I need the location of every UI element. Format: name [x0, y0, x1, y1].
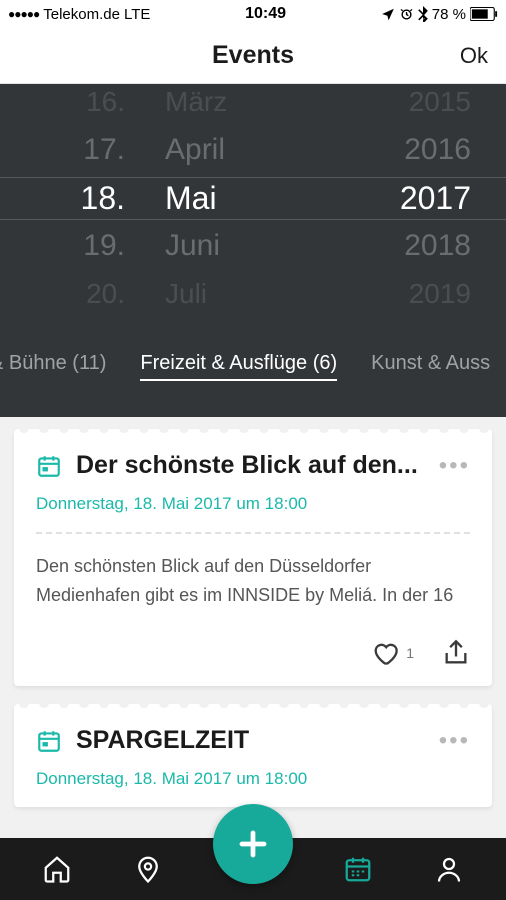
picker-day[interactable]: 16. — [86, 84, 125, 123]
category-tab-active[interactable]: Freizeit & Ausflüge (6) — [140, 352, 337, 381]
event-card[interactable]: Der schönste Blick auf den... ••• Donner… — [14, 429, 492, 686]
picker-month-selected[interactable]: Mai — [165, 177, 217, 219]
calendar-icon — [36, 728, 62, 754]
battery-percent: 78 % — [432, 6, 466, 23]
picker-year-selected[interactable]: 2017 — [400, 177, 471, 219]
nav-profile[interactable] — [424, 844, 474, 894]
category-tab[interactable]: Kunst & Auss — [371, 352, 490, 375]
status-bar: ●●●●● Telekom.de LTE 10:49 78 % — [0, 0, 506, 28]
event-card[interactable]: SPARGELZEIT ••• Donnerstag, 18. Mai 2017… — [14, 704, 492, 807]
nav-calendar[interactable] — [333, 844, 383, 894]
alarm-icon — [399, 7, 414, 22]
picker-year[interactable]: 2016 — [404, 129, 471, 171]
nav-home[interactable] — [32, 844, 82, 894]
calendar-nav-icon — [343, 854, 373, 884]
picker-day-column[interactable]: 15. 16. 17. 18. 19. 20. 21. — [25, 84, 125, 312]
picker-year[interactable]: 2018 — [404, 225, 471, 267]
heart-icon[interactable] — [370, 639, 400, 667]
plus-icon — [234, 825, 272, 863]
add-button[interactable] — [213, 804, 293, 884]
category-tab[interactable]: ater & Bühne (11) — [0, 352, 106, 375]
picker-month[interactable]: Juni — [165, 225, 220, 267]
location-arrow-icon — [381, 7, 395, 21]
calendar-icon — [36, 453, 62, 479]
pin-icon — [133, 853, 163, 885]
picker-day[interactable]: 19. — [83, 225, 125, 267]
picker-day[interactable]: 17. — [83, 129, 125, 171]
picker-year[interactable]: 2019 — [409, 273, 471, 312]
more-icon[interactable]: ••• — [439, 452, 470, 480]
picker-day[interactable]: 20. — [86, 273, 125, 312]
more-icon[interactable]: ••• — [439, 727, 470, 755]
app-header: Events Ok — [0, 28, 506, 84]
picker-year-column[interactable]: 2014 2015 2016 2017 2018 2019 2020 — [351, 84, 471, 312]
share-icon[interactable] — [442, 638, 470, 668]
picker-year[interactable]: 2015 — [409, 84, 471, 123]
status-time: 10:49 — [245, 5, 286, 23]
bluetooth-icon — [418, 6, 428, 22]
event-datetime: Donnerstag, 18. Mai 2017 um 18:00 — [36, 769, 470, 789]
picker-month[interactable]: Juli — [165, 273, 207, 312]
event-title: Der schönste Blick auf den... — [76, 451, 425, 480]
event-datetime: Donnerstag, 18. Mai 2017 um 18:00 — [36, 494, 470, 514]
event-description: Den schönsten Blick auf den Düsseldorfer… — [36, 552, 470, 610]
picker-month[interactable]: März — [165, 84, 227, 123]
person-icon — [434, 854, 464, 884]
ok-button[interactable]: Ok — [460, 43, 488, 69]
home-icon — [42, 854, 72, 884]
event-title: SPARGELZEIT — [76, 726, 425, 755]
nav-location[interactable] — [123, 844, 173, 894]
carrier-label: Telekom.de — [43, 6, 120, 23]
date-picker[interactable]: 15. 16. 17. 18. 19. 20. 21. Februar März… — [0, 84, 506, 312]
like-count: 1 — [406, 645, 414, 661]
category-tabs[interactable]: ater & Bühne (11) Freizeit & Ausflüge (6… — [0, 312, 506, 417]
page-title: Events — [212, 41, 294, 70]
signal-dots-icon: ●●●●● — [8, 7, 39, 21]
picker-month[interactable]: April — [165, 129, 225, 171]
battery-icon — [470, 7, 498, 21]
network-label: LTE — [124, 6, 150, 23]
picker-day-selected[interactable]: 18. — [81, 177, 125, 219]
events-list: Der schönste Blick auf den... ••• Donner… — [0, 417, 506, 807]
picker-month-column[interactable]: Februar März April Mai Juni Juli August — [125, 84, 351, 312]
